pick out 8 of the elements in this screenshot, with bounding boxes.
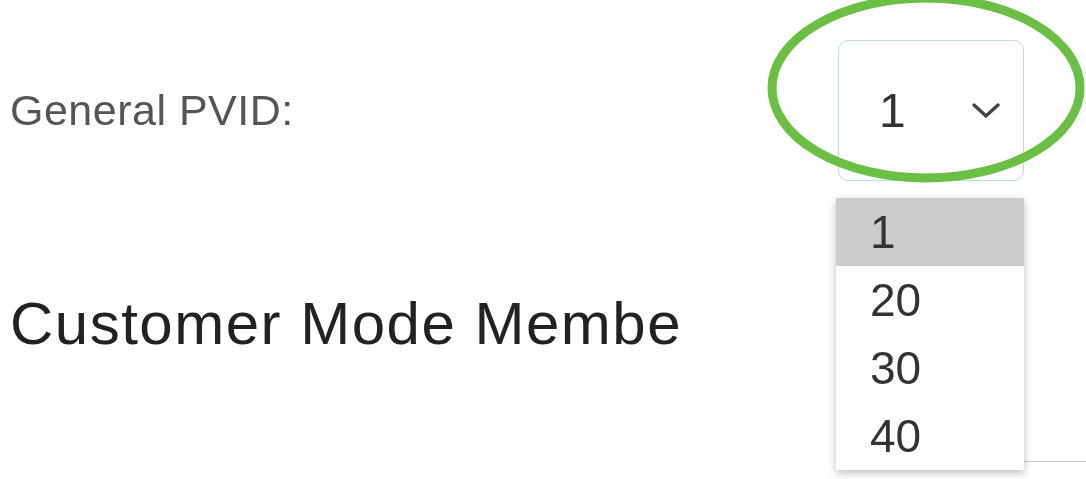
- pvid-dropdown[interactable]: 1: [838, 40, 1024, 181]
- section-heading: Customer Mode Membe: [10, 289, 683, 358]
- dropdown-option[interactable]: 30: [836, 334, 1024, 402]
- dropdown-option[interactable]: 20: [836, 266, 1024, 334]
- dropdown-option[interactable]: 1: [836, 198, 1024, 266]
- field-label: General PVID:: [10, 86, 294, 135]
- dropdown-option[interactable]: 40: [836, 402, 1024, 470]
- chevron-down-icon: [971, 101, 1001, 120]
